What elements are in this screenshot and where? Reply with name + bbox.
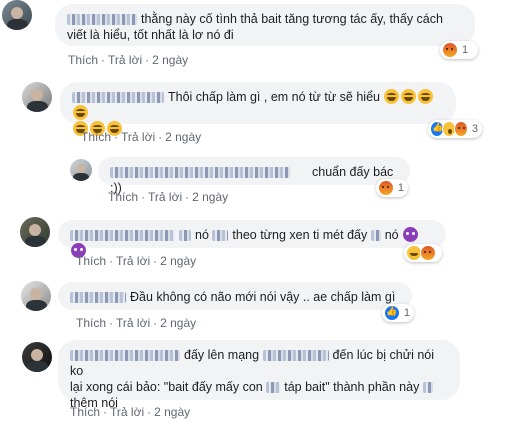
like-link[interactable]: Thích [68, 53, 98, 67]
separator: · [141, 190, 146, 204]
comment-bubble: Thôi chấp làm gì , em nó từ từ sẽ hiểu [60, 82, 456, 136]
comment-actions: Thích · Trả lời · 2 ngày [108, 190, 228, 204]
like-link[interactable]: Thích [76, 316, 106, 330]
redacted-name[interactable] [72, 92, 164, 104]
reaction-count: 1 [397, 182, 404, 194]
angry-icon [420, 245, 436, 261]
timestamp[interactable]: 2 ngày [152, 53, 188, 67]
reply-link[interactable]: Trả lời [116, 254, 150, 268]
redacted-text [262, 350, 329, 362]
angry-icon [453, 121, 468, 137]
comment-bubble: chuẩn đấy bác :)) [98, 157, 410, 195]
redacted-name[interactable] [70, 350, 180, 362]
comment-text: nó [384, 228, 399, 242]
angry-icon [378, 180, 394, 196]
timestamp[interactable]: 2 ngày [154, 405, 190, 419]
redacted-name[interactable] [110, 167, 290, 179]
laughing-emoji-icon [418, 89, 434, 104]
angry-icon [442, 42, 458, 58]
like-link[interactable]: Thích [76, 254, 106, 268]
separator: · [114, 130, 119, 144]
reaction-count: 1 [462, 44, 469, 56]
reaction-summary[interactable]: 1 [440, 41, 478, 59]
avatar[interactable] [70, 159, 92, 181]
comment-text: thằng này cố tình thả bait tăng tương tá… [141, 12, 443, 26]
like-link[interactable]: Thích [70, 405, 100, 419]
purple-devil-emoji-icon [403, 227, 419, 242]
avatar[interactable] [2, 0, 32, 30]
redacted-text [212, 230, 229, 242]
timestamp[interactable]: 2 ngày [192, 190, 228, 204]
separator: · [103, 405, 108, 419]
laughing-emoji-icon [384, 89, 400, 104]
comment-text: Đầu không có não mới nói vậy .. ae chấp … [130, 290, 396, 304]
redacted-text [266, 382, 281, 394]
like-link[interactable]: Thích [81, 130, 111, 144]
redacted-name[interactable] [70, 230, 175, 242]
reaction-summary[interactable] [404, 244, 442, 262]
separator: · [153, 254, 158, 268]
comment-text: theo từng xen ti mét đấy [232, 228, 368, 242]
redacted-text [422, 382, 433, 394]
like-link[interactable]: Thích [108, 190, 138, 204]
separator: · [101, 53, 106, 67]
separator: · [153, 316, 158, 330]
laughing-emoji-icon [401, 89, 417, 104]
comment-text: nó [195, 228, 209, 242]
comment-actions: Thích · Trả lời · 2 ngày [81, 130, 201, 144]
redacted-text [179, 230, 191, 242]
reply-link[interactable]: Trả lời [110, 405, 144, 419]
reaction-summary[interactable]: 1 [376, 179, 408, 197]
avatar[interactable] [22, 82, 52, 112]
reaction-summary[interactable]: 1 [382, 304, 414, 322]
comment-actions: Thích · Trả lời · 2 ngày [76, 316, 196, 330]
comment-bubble: Đầu không có não mới nói vậy .. ae chấp … [58, 282, 412, 310]
comment-bubble: nó theo từng xen ti mét đấy nó [58, 220, 446, 258]
comment-text: đấy lên mạng [184, 348, 260, 362]
reaction-count: 3 [471, 123, 478, 135]
reply-link[interactable]: Trả lời [108, 53, 142, 67]
redacted-name[interactable] [67, 14, 137, 26]
separator: · [109, 254, 114, 268]
laughing-emoji-icon [73, 105, 88, 120]
comment-actions: Thích · Trả lời · 2 ngày [76, 254, 196, 268]
separator: · [158, 130, 163, 144]
separator: · [185, 190, 190, 204]
separator: · [147, 405, 152, 419]
reply-link[interactable]: Trả lời [116, 316, 150, 330]
timestamp[interactable]: 2 ngày [165, 130, 201, 144]
comment-text: lại xong cái bảo: "bait đấy mấy con [70, 380, 263, 394]
avatar[interactable] [21, 281, 51, 311]
redacted-text [370, 230, 381, 242]
comment-text: viết là hiểu, tốt nhất là lơ nó đi [67, 28, 234, 42]
redacted-name[interactable] [70, 292, 126, 304]
timestamp[interactable]: 2 ngày [160, 254, 196, 268]
reaction-count: 1 [403, 307, 410, 319]
reply-link[interactable]: Trả lời [121, 130, 155, 144]
avatar[interactable] [22, 342, 52, 372]
reply-link[interactable]: Trả lời [148, 190, 182, 204]
comment-text: táp bait" thành phần này [284, 380, 420, 394]
separator: · [145, 53, 150, 67]
comment-bubble: thằng này cố tình thả bait tăng tương tá… [55, 4, 475, 46]
reaction-summary[interactable]: 3 [428, 120, 482, 138]
separator: · [109, 316, 114, 330]
comment-text: Thôi chấp làm gì , em nó từ từ sẽ hiểu [168, 90, 380, 104]
like-icon [384, 305, 400, 321]
comment-actions: Thích · Trả lời · 2 ngày [68, 53, 188, 67]
timestamp[interactable]: 2 ngày [160, 316, 196, 330]
comment-actions: Thích · Trả lời · 2 ngày [70, 405, 190, 419]
avatar[interactable] [20, 217, 50, 247]
comment-bubble: đấy lên mạng đến lúc bị chửi nói ko lại … [58, 340, 460, 410]
